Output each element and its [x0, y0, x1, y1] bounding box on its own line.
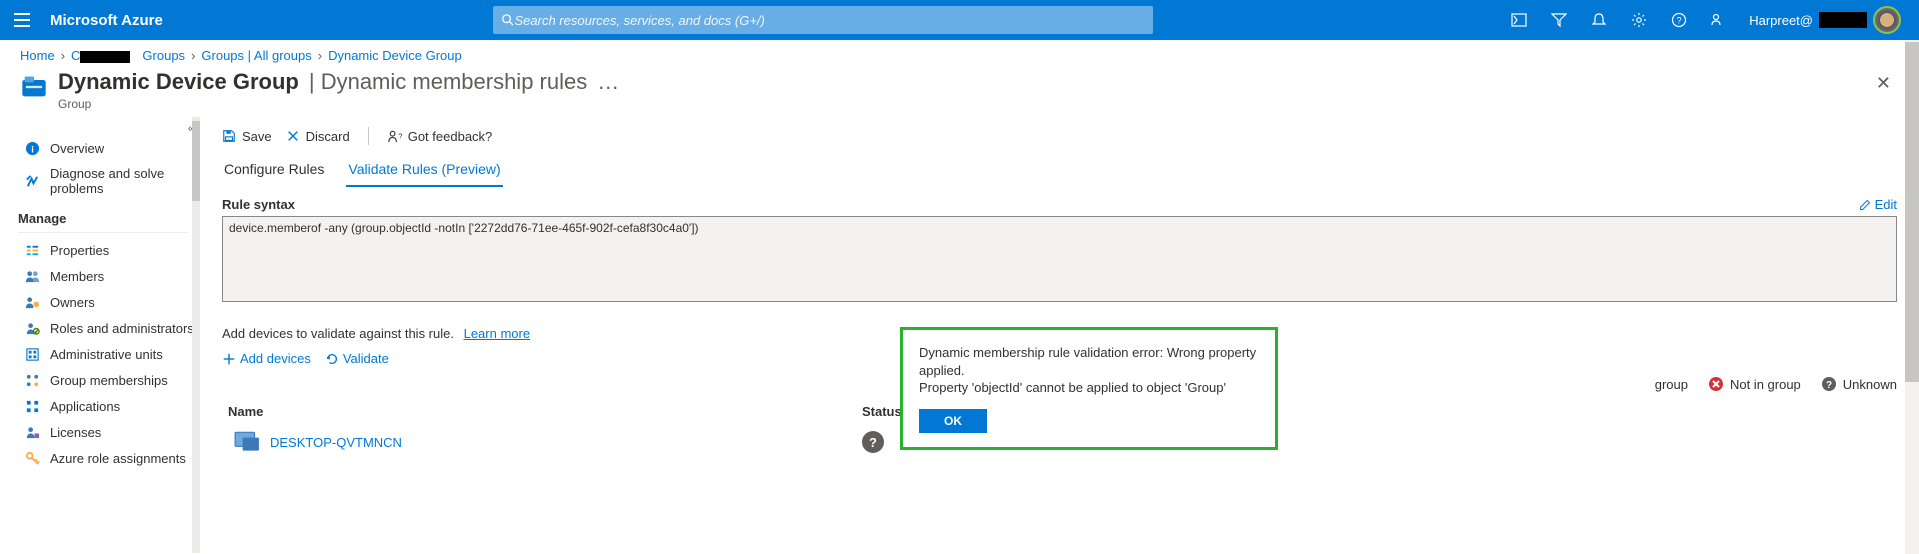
roles-icon [24, 320, 40, 336]
sidebar-item-licenses[interactable]: Licenses [18, 419, 200, 445]
legend-in-group: group [1655, 377, 1688, 392]
bc-groups[interactable]: Groups [142, 48, 185, 63]
bc-org[interactable]: C [71, 48, 130, 63]
brand-label[interactable]: Microsoft Azure [50, 12, 163, 29]
popup-line2: Property 'objectId' cannot be applied to… [919, 380, 1226, 395]
owners-icon [24, 294, 40, 310]
svg-text:?: ? [1677, 16, 1682, 26]
key-icon [24, 450, 40, 466]
sidebar-scrollbar[interactable] [192, 117, 200, 553]
popup-ok-button[interactable]: OK [919, 409, 987, 433]
licenses-icon [24, 424, 40, 440]
page-title: Dynamic Device Group [58, 69, 299, 95]
page-scrollbar[interactable] [1905, 40, 1919, 554]
discard-button[interactable]: Discard [286, 129, 350, 144]
add-devices-desc: Add devices to validate against this rul… [222, 326, 454, 341]
applications-icon [24, 398, 40, 414]
bc-allgroups[interactable]: Groups | All groups [201, 48, 311, 63]
sidebar-item-diagnose[interactable]: Diagnose and solve problems [18, 161, 200, 201]
sidebar-item-memberships[interactable]: Group memberships [18, 367, 200, 393]
sidebar-item-admin-units[interactable]: Administrative units [18, 341, 200, 367]
tab-validate[interactable]: Validate Rules (Preview) [346, 155, 502, 187]
close-blade-button[interactable]: ✕ [1868, 69, 1899, 98]
add-devices-button[interactable]: Add devices [222, 351, 311, 366]
settings-icon[interactable] [1621, 0, 1657, 40]
members-icon [24, 268, 40, 284]
avatar [1873, 6, 1901, 34]
device-name-link[interactable]: DESKTOP-QVTMNCN [270, 435, 402, 450]
legend-not-in-group: Not in group [1708, 376, 1801, 392]
legend-unknown: ? Unknown [1821, 376, 1897, 392]
info-icon: i [24, 140, 40, 156]
bc-home[interactable]: Home [20, 48, 55, 63]
sidebar-item-azure-role[interactable]: Azure role assignments [18, 445, 200, 471]
sidebar-item-applications[interactable]: Applications [18, 393, 200, 419]
x-circle-icon [1708, 376, 1724, 392]
popup-line1: Dynamic membership rule validation error… [919, 345, 1256, 378]
user-email-left: Harpreet@ [1749, 13, 1813, 28]
learn-more-link[interactable]: Learn more [464, 326, 530, 341]
tab-configure[interactable]: Configure Rules [222, 155, 326, 187]
breadcrumb: Home› C Groups› Groups | All groups› Dyn… [0, 40, 1919, 65]
collapse-nav-button[interactable]: « [18, 123, 200, 135]
bc-current[interactable]: Dynamic Device Group [328, 48, 462, 63]
notifications-icon[interactable] [1581, 0, 1617, 40]
sidebar-heading-manage: Manage [18, 211, 200, 226]
global-search[interactable] [493, 6, 1153, 34]
sidebar-item-properties[interactable]: Properties [18, 237, 200, 263]
rule-syntax-box[interactable]: device.memberof -any (group.objectId -no… [222, 216, 1897, 302]
user-account[interactable]: Harpreet@ [1741, 6, 1909, 34]
memberships-icon [24, 372, 40, 388]
feedback-person-icon: ? [387, 129, 402, 144]
question-circle-icon: ? [1821, 376, 1837, 392]
sidebar-item-roles[interactable]: Roles and administrators [18, 315, 200, 341]
col-name[interactable]: Name [222, 404, 862, 419]
search-icon [501, 13, 515, 27]
resource-type-label: Group [58, 97, 619, 111]
save-button[interactable]: Save [222, 129, 272, 144]
hamburger-menu[interactable] [10, 8, 34, 32]
feedback-icon[interactable] [1701, 0, 1737, 40]
pencil-icon [1859, 199, 1871, 211]
redacted-block [1819, 12, 1867, 28]
directory-filter-icon[interactable] [1541, 0, 1577, 40]
svg-text:?: ? [398, 131, 402, 140]
group-blade-icon [20, 73, 48, 101]
redacted-block [80, 51, 130, 63]
sidebar-item-overview[interactable]: i Overview [18, 135, 200, 161]
properties-icon [24, 242, 40, 258]
feedback-button[interactable]: ? Got feedback? [387, 129, 493, 144]
sidebar-item-members[interactable]: Members [18, 263, 200, 289]
validate-button[interactable]: Validate [325, 351, 389, 366]
cloud-shell-icon[interactable] [1501, 0, 1537, 40]
save-icon [222, 129, 236, 143]
edit-rule-button[interactable]: Edit [1859, 197, 1897, 212]
discard-icon [286, 129, 300, 143]
search-input[interactable] [515, 13, 1145, 28]
svg-text:?: ? [1826, 380, 1832, 391]
diagnose-icon [24, 173, 40, 189]
rule-syntax-label: Rule syntax [222, 197, 295, 212]
more-button[interactable]: … [597, 69, 619, 95]
svg-text:i: i [31, 144, 34, 154]
sidebar-item-owners[interactable]: Owners [18, 289, 200, 315]
validation-error-popup: Dynamic membership rule validation error… [900, 327, 1278, 450]
refresh-icon [325, 352, 339, 366]
page-subtitle: | Dynamic membership rules [309, 69, 587, 95]
device-icon [234, 431, 260, 453]
plus-icon [222, 352, 236, 366]
status-unknown-badge: ? [862, 431, 884, 453]
help-icon[interactable]: ? [1661, 0, 1697, 40]
admin-units-icon [24, 346, 40, 362]
